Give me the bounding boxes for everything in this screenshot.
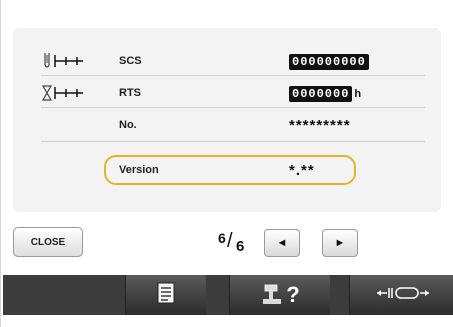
document-list-icon bbox=[156, 281, 176, 310]
page-indicator: 6 / 6 bbox=[214, 230, 254, 256]
close-button[interactable]: CLOSE bbox=[13, 227, 83, 257]
frame-move-button[interactable] bbox=[349, 275, 453, 315]
number-value: ********* bbox=[289, 116, 351, 134]
rts-label: RTS bbox=[119, 87, 141, 99]
bottom-toolbar: ? bbox=[3, 275, 453, 315]
scs-value: 000000000 bbox=[289, 53, 369, 70]
machine-help-icon: ? bbox=[260, 282, 300, 308]
rts-unit: h bbox=[354, 87, 363, 100]
separator bbox=[41, 141, 425, 142]
document-list-button[interactable] bbox=[125, 275, 206, 315]
prev-page-button[interactable]: ◄ bbox=[264, 229, 300, 257]
separator bbox=[41, 75, 425, 76]
scs-row: SCS 000000000 bbox=[41, 48, 425, 74]
machine-help-button[interactable]: ? bbox=[229, 275, 330, 315]
left-arrow-icon: ◄ bbox=[276, 237, 288, 249]
rts-value-box: 0000000 bbox=[289, 85, 353, 102]
help-mark: ? bbox=[286, 282, 300, 307]
bottom-strip bbox=[1, 315, 453, 327]
page-current: 6 bbox=[218, 230, 226, 246]
right-arrow-icon: ► bbox=[334, 237, 346, 249]
version-highlight bbox=[104, 155, 356, 185]
page-total: 6 bbox=[236, 238, 245, 255]
scs-label: SCS bbox=[119, 55, 142, 67]
page-slash: / bbox=[227, 230, 233, 252]
screen: SCS 000000000 RTS 0000000 h No. *********… bbox=[0, 0, 453, 327]
number-row: No. ********* bbox=[41, 112, 425, 138]
rts-row: RTS 0000000 h bbox=[41, 80, 425, 106]
rts-value: 0000000 h bbox=[289, 85, 362, 102]
hourglass-stitch-icon bbox=[41, 83, 119, 103]
separator bbox=[41, 107, 425, 108]
next-page-button[interactable]: ► bbox=[322, 229, 358, 257]
needle-stitch-icon bbox=[41, 51, 119, 71]
number-label: No. bbox=[119, 119, 137, 131]
frame-move-icon bbox=[375, 283, 431, 308]
scs-value-box: 000000000 bbox=[289, 53, 369, 70]
